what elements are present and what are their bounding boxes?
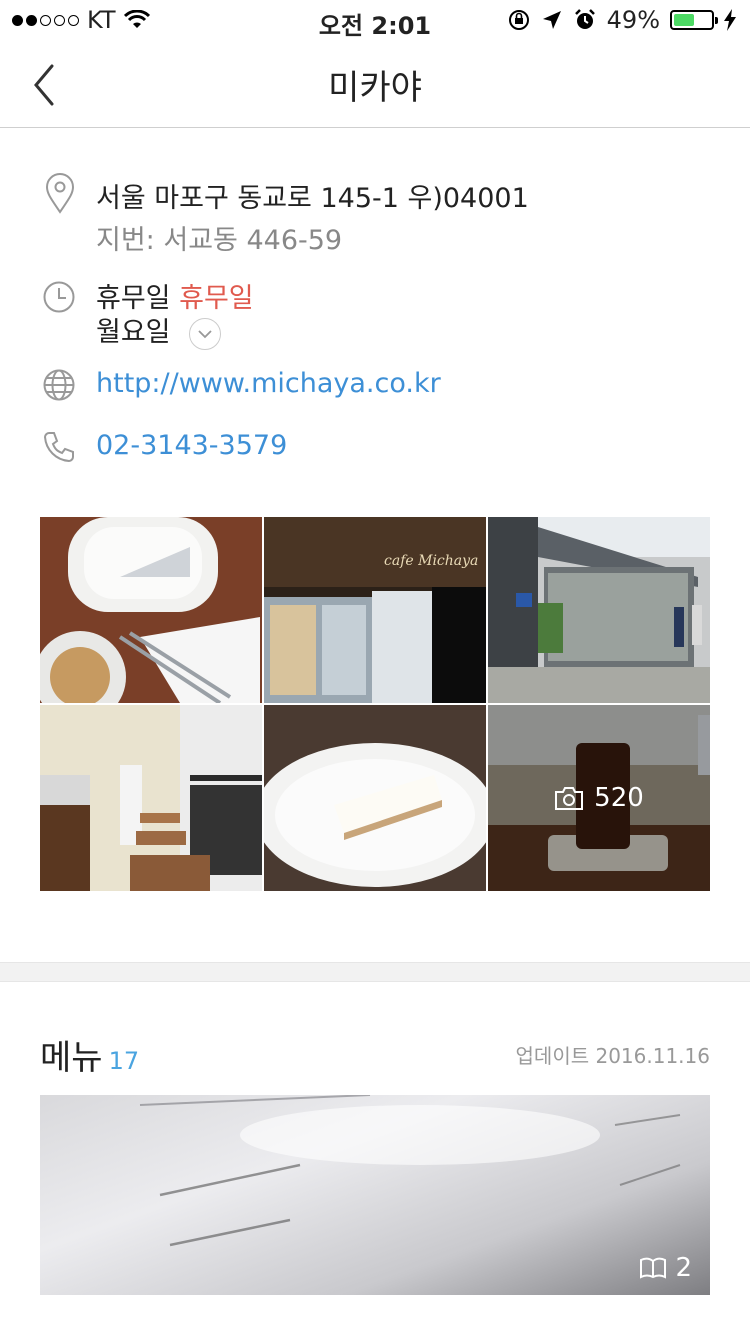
photo-thumbnail[interactable] [264, 705, 486, 891]
photo-thumbnail[interactable] [40, 517, 262, 703]
menu-count: 17 [108, 1047, 140, 1075]
navigation-bar: 미카야 [0, 40, 750, 128]
phone-link[interactable]: 02-3143-3579 [96, 430, 287, 461]
status-bar: KT 오전 2:01 49% [0, 0, 750, 40]
alarm-icon [574, 9, 595, 29]
photo-thumbnail[interactable] [40, 705, 262, 891]
photo-more-thumbnail[interactable]: 520 [488, 705, 710, 891]
globe-icon [43, 369, 75, 401]
photo-count-overlay: 520 [488, 705, 710, 891]
location-pin-icon [45, 173, 75, 214]
menu-heading: 메뉴 17 [40, 1030, 139, 1079]
page-title: 미카야 [328, 68, 422, 108]
location-arrow-icon [542, 11, 561, 29]
section-divider [0, 962, 750, 982]
book-open-icon [640, 1257, 667, 1279]
clock-icon [43, 281, 75, 313]
menu-image-count-value: 2 [675, 1253, 692, 1283]
battery-percent: 49% [606, 6, 660, 34]
charging-bolt-icon [724, 9, 736, 31]
website-link[interactable]: http://www.michaya.co.kr [96, 368, 441, 399]
photo-thumbnail[interactable]: cafe Michaya [264, 517, 486, 703]
camera-icon [555, 787, 584, 810]
hours-day: 월요일 [96, 317, 171, 348]
menu-title: 메뉴 [40, 1038, 103, 1078]
menu-updated-date: 업데이트 2016.11.16 [515, 1044, 710, 1068]
address-sub-text: 지번: 서교동 446-59 [96, 225, 343, 256]
photo-count: 520 [594, 783, 644, 813]
address-text[interactable]: 서울 마포구 동교로 145-1 우)04001 [96, 176, 529, 215]
chevron-down-icon [198, 329, 212, 338]
menu-image-count: 2 [639, 1253, 692, 1283]
phone-icon [43, 432, 74, 463]
svg-text:cafe Michaya: cafe Michaya [384, 553, 478, 569]
photo-thumbnail[interactable] [488, 517, 710, 703]
menu-image[interactable]: 2 [40, 1095, 710, 1295]
expand-hours-button[interactable] [189, 317, 222, 350]
hours-day-line: 월요일 [96, 310, 222, 350]
photo-grid: cafe Michaya 520 [40, 517, 710, 891]
status-right: 49% [507, 6, 736, 34]
battery-icon [670, 10, 718, 30]
rotation-lock-icon [508, 10, 529, 30]
